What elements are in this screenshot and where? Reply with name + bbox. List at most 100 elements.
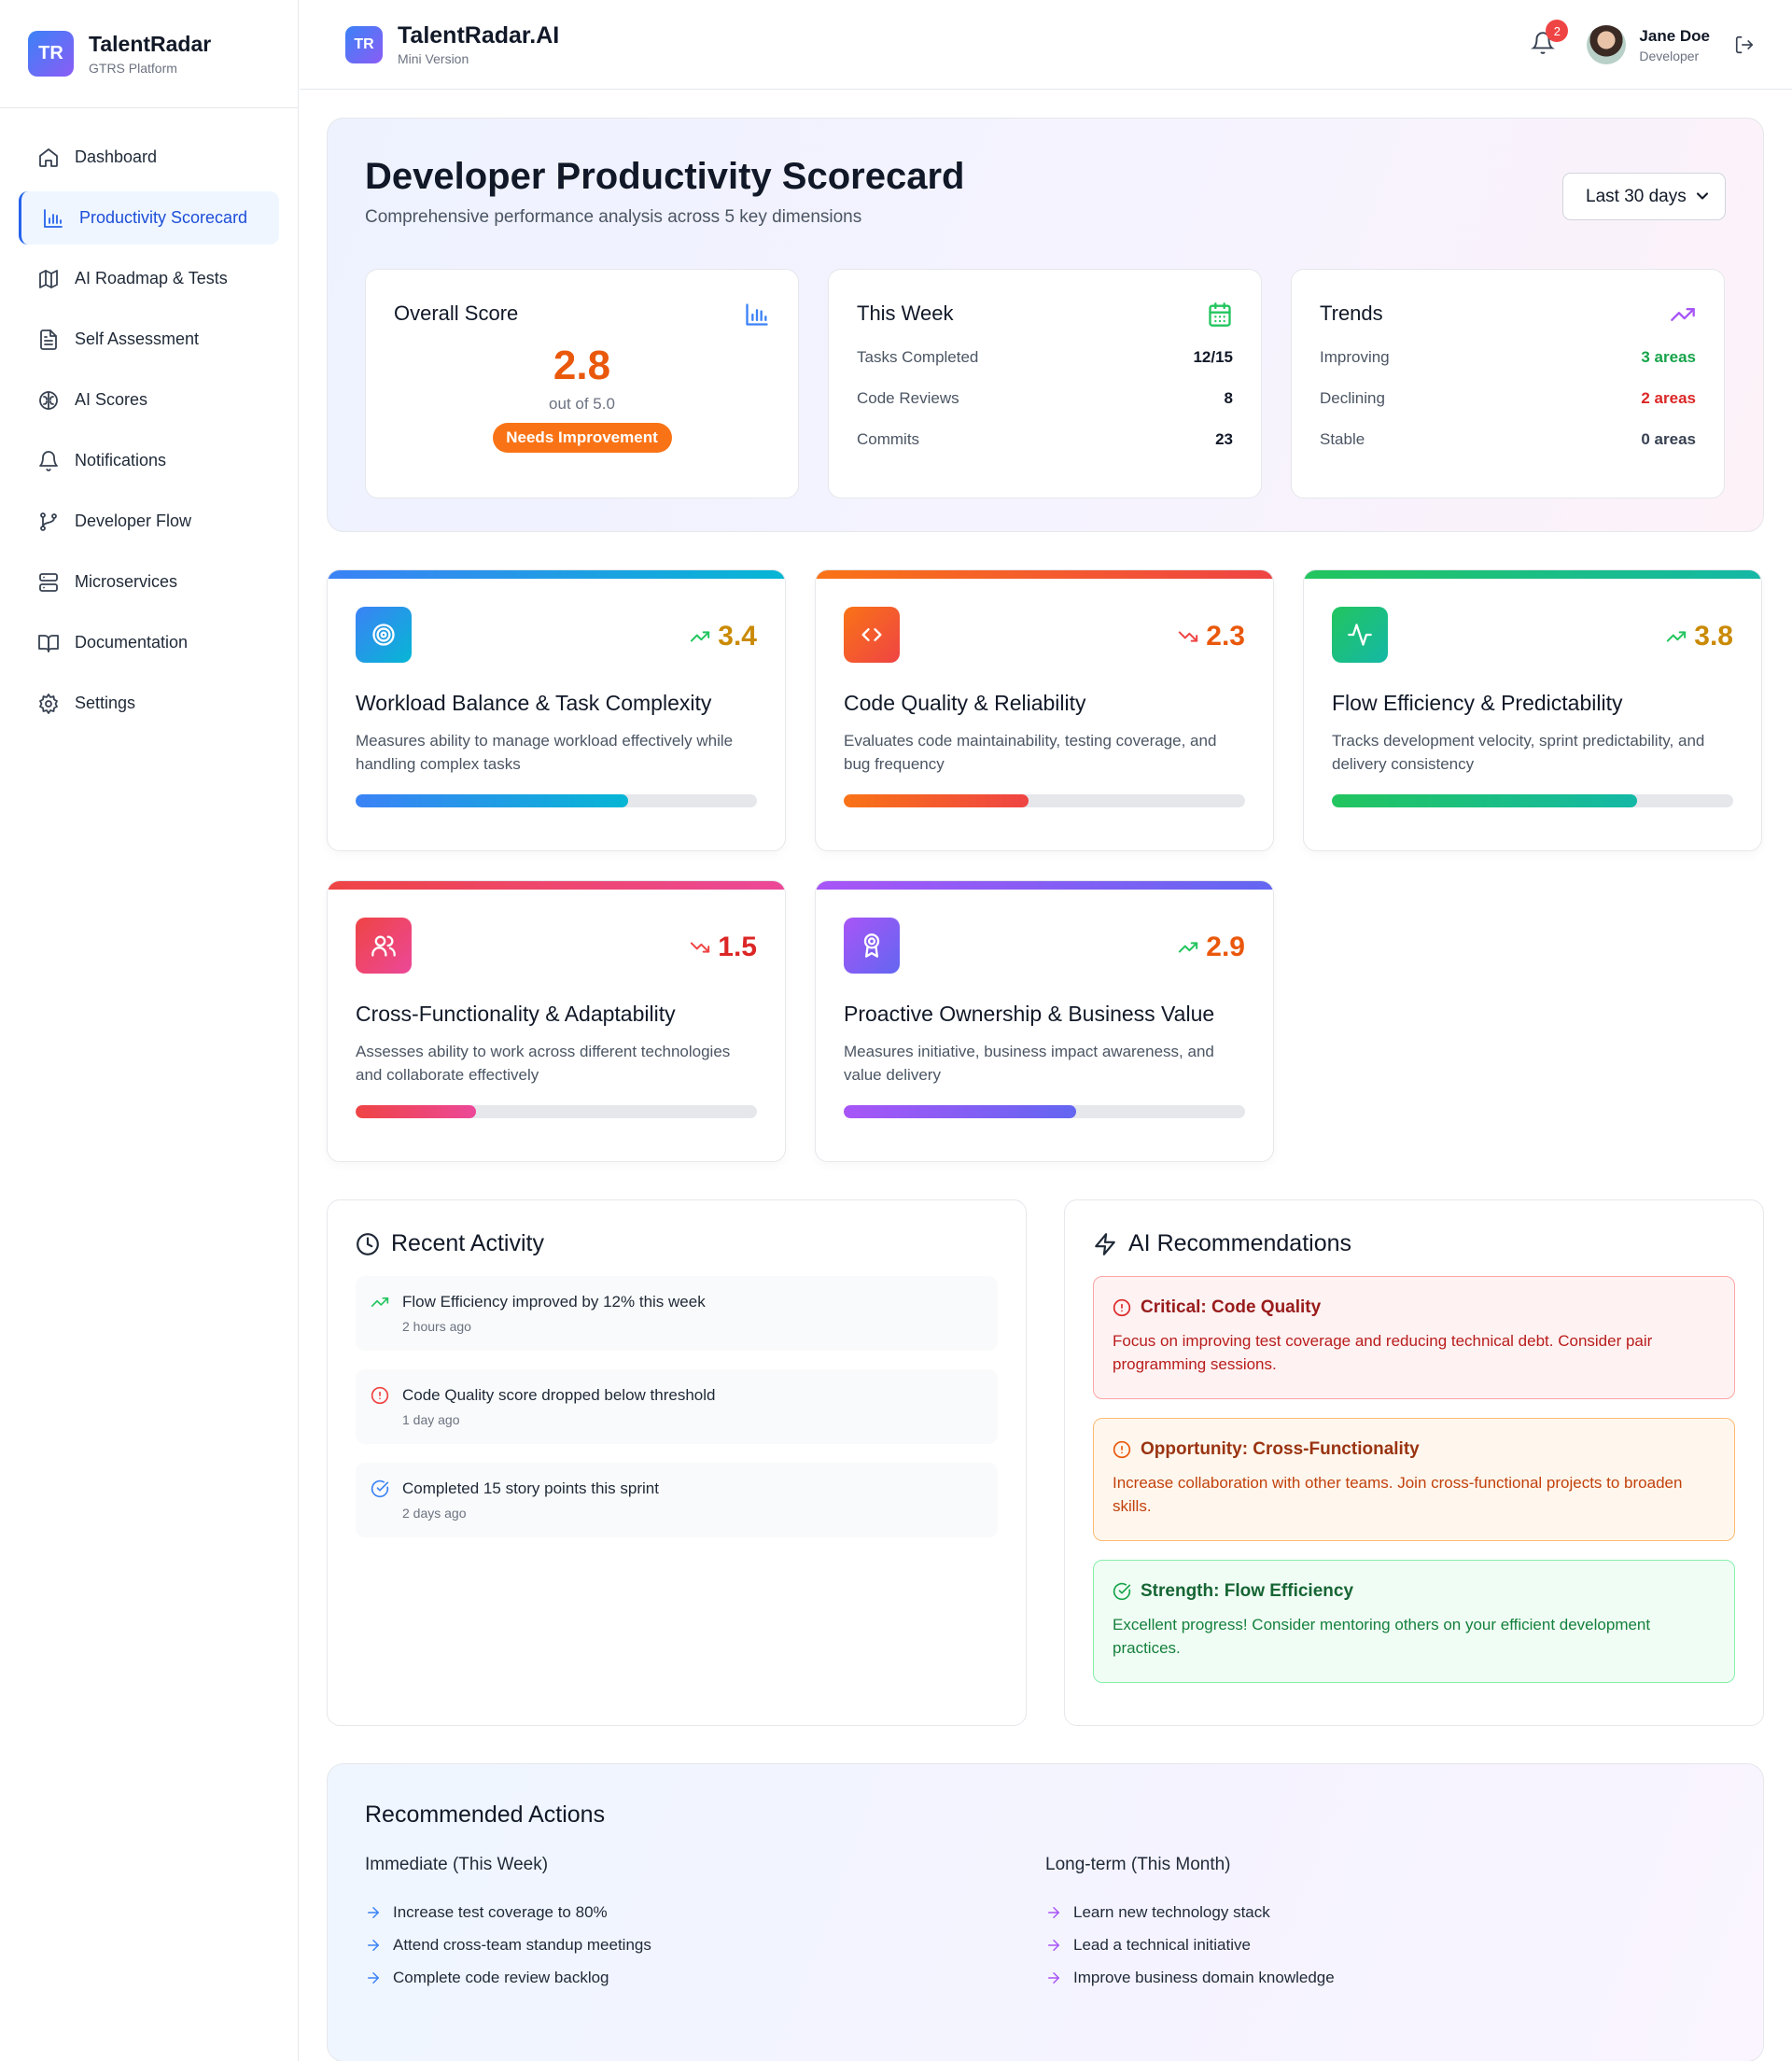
trends-title: Trends bbox=[1320, 301, 1383, 325]
panel-title: Recent Activity bbox=[391, 1230, 544, 1256]
sidebar-item-ai-scores[interactable]: AI Scores bbox=[19, 373, 279, 427]
gear-icon bbox=[39, 693, 58, 714]
stat-row: Code Reviews 8 bbox=[857, 389, 1233, 408]
dimension-card-code-quality[interactable]: 2.3 Code Quality & Reliability Evaluates… bbox=[815, 569, 1274, 851]
progress-track bbox=[356, 1105, 757, 1118]
list-item[interactable]: Learn new technology stack bbox=[1045, 1896, 1726, 1928]
arrow-right-icon bbox=[368, 1939, 379, 1951]
recent-activity-panel: Recent Activity Flow Efficiency improved… bbox=[327, 1199, 1027, 1726]
list-item[interactable]: Attend cross-team standup meetings bbox=[365, 1928, 1045, 1961]
recommendation-critical[interactable]: Critical: Code Quality Focus on improvin… bbox=[1093, 1276, 1735, 1399]
column-title: Immediate (This Week) bbox=[365, 1855, 549, 1874]
dimension-card-workload[interactable]: 3.4 Workload Balance & Task Complexity M… bbox=[327, 569, 786, 851]
sidebar-item-settings[interactable]: Settings bbox=[19, 677, 279, 730]
arrow-right-icon bbox=[1048, 1906, 1059, 1918]
stat-row: Tasks Completed 12/15 bbox=[857, 348, 1233, 367]
dimension-card-cross-functionality[interactable]: 1.5 Cross-Functionality & Adaptability A… bbox=[327, 880, 786, 1162]
stat-label: Declining bbox=[1320, 389, 1385, 407]
bell-icon bbox=[39, 450, 58, 471]
card-accent-bar bbox=[816, 881, 1273, 890]
list-item[interactable]: Code Quality score dropped below thresho… bbox=[356, 1369, 998, 1444]
award-icon bbox=[844, 918, 900, 974]
sidebar-item-ai-roadmap[interactable]: AI Roadmap & Tests bbox=[19, 252, 279, 305]
progress-track bbox=[1332, 794, 1733, 807]
recommendation-strength[interactable]: Strength: Flow Efficiency Excellent prog… bbox=[1093, 1560, 1735, 1683]
alert-circle-icon bbox=[1113, 1440, 1131, 1459]
dimension-title: Proactive Ownership & Business Value bbox=[844, 1002, 1215, 1026]
list-item[interactable]: Flow Efficiency improved by 12% this wee… bbox=[356, 1276, 998, 1351]
dimension-description: Measures initiative, business impact awa… bbox=[844, 1043, 1214, 1084]
stat-row: Commits 23 bbox=[857, 430, 1233, 449]
avatar[interactable] bbox=[1587, 25, 1627, 64]
recommendation-text: Increase collaboration with other teams.… bbox=[1113, 1474, 1683, 1515]
user-name: Jane Doe bbox=[1639, 26, 1710, 45]
sidebar-item-productivity-scorecard[interactable]: Productivity Scorecard bbox=[19, 191, 279, 245]
recommendation-opportunity[interactable]: Opportunity: Cross-Functionality Increas… bbox=[1093, 1418, 1735, 1541]
progress-fill bbox=[844, 1105, 1077, 1118]
overall-score-card: Overall Score 2.8 out of 5.0 Needs Impro… bbox=[365, 269, 799, 498]
sidebar-item-microservices[interactable]: Microservices bbox=[19, 555, 279, 609]
list-item[interactable]: Improve business domain knowledge bbox=[1045, 1961, 1726, 1994]
list-item[interactable]: Increase test coverage to 80% bbox=[365, 1896, 1045, 1928]
recommendation-title-text: Strength: Flow Efficiency bbox=[1141, 1581, 1354, 1601]
progress-fill bbox=[356, 1105, 476, 1118]
sidebar-item-label: Documentation bbox=[75, 633, 189, 652]
sidebar-item-documentation[interactable]: Documentation bbox=[19, 616, 279, 669]
dimension-score: 2.3 bbox=[1178, 621, 1245, 652]
arrow-right-icon bbox=[368, 1906, 379, 1918]
stat-label: Improving bbox=[1320, 348, 1390, 366]
trending-up-icon bbox=[1670, 301, 1696, 328]
sidebar-item-label: Self Assessment bbox=[75, 329, 200, 348]
activity-time: 2 hours ago bbox=[402, 1319, 471, 1334]
dimension-card-flow-efficiency[interactable]: 3.8 Flow Efficiency & Predictability Tra… bbox=[1303, 569, 1762, 851]
recommendation-title-text: Opportunity: Cross-Functionality bbox=[1141, 1439, 1420, 1459]
stat-row: Stable 0 areas bbox=[1320, 430, 1696, 449]
overall-score-title: Overall Score bbox=[394, 301, 519, 325]
server-icon bbox=[39, 572, 58, 592]
logout-button[interactable] bbox=[1734, 35, 1755, 55]
recommended-actions: Recommended Actions Immediate (This Week… bbox=[327, 1763, 1764, 2061]
actions-columns: Immediate (This Week) Increase test cove… bbox=[365, 1855, 1726, 1994]
recommendation-text: Focus on improving test coverage and red… bbox=[1113, 1332, 1653, 1373]
panel-title: AI Recommendations bbox=[1128, 1230, 1352, 1256]
user-info[interactable]: Jane Doe Developer bbox=[1639, 27, 1710, 63]
main-content: Developer Productivity Scorecard Compreh… bbox=[327, 118, 1764, 2061]
date-range-select[interactable]: Last 30 days bbox=[1562, 173, 1726, 220]
activity-time: 1 day ago bbox=[402, 1412, 460, 1427]
app-logo[interactable]: TR bbox=[28, 31, 74, 77]
list-item[interactable]: Lead a technical initiative bbox=[1045, 1928, 1726, 1961]
dimension-title: Code Quality & Reliability bbox=[844, 691, 1086, 715]
check-circle-icon bbox=[1113, 1582, 1131, 1601]
notifications-button[interactable]: 2 bbox=[1531, 20, 1569, 59]
stat-value: 12/15 bbox=[1193, 348, 1233, 366]
list-item[interactable]: Completed 15 story points this sprint 2 … bbox=[356, 1463, 998, 1537]
progress-fill bbox=[844, 794, 1029, 807]
stat-row: Declining 2 areas bbox=[1320, 389, 1696, 408]
action-text: Lead a technical initiative bbox=[1073, 1935, 1251, 1954]
notification-count-badge: 2 bbox=[1546, 20, 1569, 42]
sidebar-item-label: AI Scores bbox=[75, 390, 148, 409]
stat-label: Code Reviews bbox=[857, 389, 959, 407]
sidebar: TR TalentRadar GTRS Platform Dashboard P… bbox=[0, 0, 299, 2061]
dimension-score: 2.9 bbox=[1178, 932, 1245, 963]
brand-text: TalentRadar GTRS Platform bbox=[89, 32, 211, 76]
users-icon bbox=[356, 918, 412, 974]
list-item[interactable]: Complete code review backlog bbox=[365, 1961, 1045, 1994]
header-logo[interactable]: TR bbox=[345, 25, 383, 63]
dimension-card-ownership[interactable]: 2.9 Proactive Ownership & Business Value… bbox=[815, 880, 1274, 1162]
sidebar-item-self-assessment[interactable]: Self Assessment bbox=[19, 313, 279, 366]
sidebar-item-developer-flow[interactable]: Developer Flow bbox=[19, 495, 279, 548]
stat-label: Commits bbox=[857, 430, 920, 448]
target-icon bbox=[356, 607, 412, 663]
action-list: Learn new technology stack Lead a techni… bbox=[1045, 1896, 1726, 1994]
sidebar-item-notifications[interactable]: Notifications bbox=[19, 434, 279, 487]
dimension-description: Measures ability to manage workload effe… bbox=[356, 732, 734, 773]
sidebar-item-dashboard[interactable]: Dashboard bbox=[19, 131, 279, 184]
recommendation-text: Excellent progress! Consider mentoring o… bbox=[1113, 1616, 1651, 1657]
alert-circle-icon bbox=[371, 1386, 389, 1405]
book-icon bbox=[38, 634, 59, 652]
header-actions: 2 Jane Doe Developer bbox=[1531, 0, 1755, 90]
progress-track bbox=[844, 1105, 1245, 1118]
arrow-right-icon bbox=[368, 1971, 379, 1984]
stat-label: Tasks Completed bbox=[857, 348, 979, 366]
